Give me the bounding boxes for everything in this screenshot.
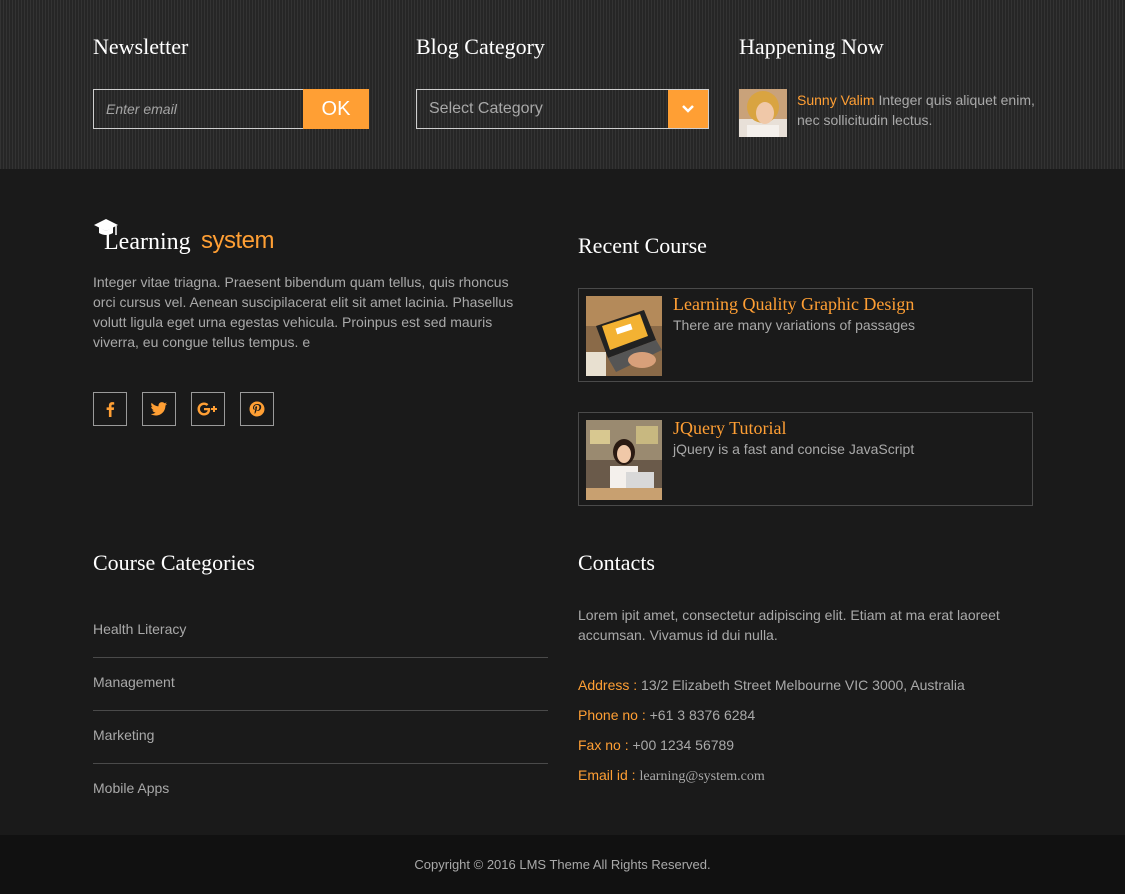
- divider: [93, 710, 548, 711]
- blog-category-selected-value: Select Category: [429, 100, 543, 117]
- address-label: Address: [578, 677, 630, 693]
- recent-course-heading: Recent Course: [578, 233, 707, 258]
- site-logo[interactable]: Learning system: [93, 217, 293, 261]
- contact-fax: Fax no : +00 1234 56789: [578, 737, 735, 753]
- divider: [93, 763, 548, 764]
- course-categories-heading: Course Categories: [93, 550, 255, 575]
- category-label[interactable]: Health Literacy: [93, 621, 186, 637]
- contacts-description: Lorem ipit amet, consectetur adipiscing …: [578, 607, 1000, 643]
- course-thumbnail[interactable]: [586, 296, 662, 376]
- course-description: There are many variations of passages: [673, 317, 916, 333]
- category-label[interactable]: Marketing: [93, 727, 154, 743]
- fax-label: Fax no: [578, 737, 621, 753]
- facebook-button[interactable]: [93, 392, 127, 426]
- email-label: Email id: [578, 767, 628, 783]
- chevron-down-icon[interactable]: [668, 90, 708, 128]
- logo-word-learning: Learning: [104, 229, 191, 255]
- category-label[interactable]: Mobile Apps: [93, 780, 169, 796]
- category-item[interactable]: Mobile Apps: [93, 765, 548, 818]
- copyright-bar: Copyright © 2016 LMS Theme All Rights Re…: [0, 835, 1125, 894]
- course-description: jQuery is a fast and concise JavaScript: [673, 441, 915, 457]
- course-thumbnail[interactable]: [586, 420, 662, 500]
- contact-email: Email id : learning@system.com: [578, 767, 765, 784]
- happening-now-author[interactable]: Sunny Valim: [797, 92, 875, 108]
- happening-now-avatar: [739, 89, 787, 137]
- course-card[interactable]: JQuery Tutorial jQuery is a fast and con…: [578, 412, 1033, 506]
- course-title[interactable]: Learning Quality Graphic Design: [673, 294, 914, 315]
- pinterest-button[interactable]: [240, 392, 274, 426]
- copyright-text: Copyright © 2016 LMS Theme All Rights Re…: [414, 857, 711, 872]
- twitter-icon: [151, 402, 167, 416]
- newsletter-heading: Newsletter: [93, 34, 189, 59]
- phone-value[interactable]: +61 3 8376 6284: [650, 707, 756, 723]
- newsletter-ok-button[interactable]: OK: [303, 89, 369, 129]
- category-item[interactable]: Marketing: [93, 712, 548, 765]
- blog-category-heading: Blog Category: [416, 34, 545, 59]
- email-link[interactable]: learning@system.com: [639, 769, 764, 784]
- contacts-heading: Contacts: [578, 550, 655, 575]
- twitter-button[interactable]: [142, 392, 176, 426]
- fax-value: +00 1234 56789: [632, 737, 735, 753]
- category-label[interactable]: Management: [93, 674, 175, 690]
- blog-category-select[interactable]: Select Category: [416, 89, 709, 129]
- phone-label: Phone no: [578, 707, 638, 723]
- contact-address: Address : 13/2 Elizabeth Street Melbourn…: [578, 677, 965, 693]
- happening-now-heading: Happening Now: [739, 34, 884, 59]
- about-text: Integer vitae triagna. Praesent bibendum…: [93, 274, 514, 350]
- facebook-icon: [106, 402, 115, 417]
- happening-now-text: Sunny Valim Integer quis aliquet enim, n…: [797, 90, 1037, 130]
- pinterest-icon: [249, 401, 265, 417]
- course-card[interactable]: Learning Quality Graphic Design There ar…: [578, 288, 1033, 382]
- logo-word-system: system: [201, 227, 275, 254]
- category-item[interactable]: Management: [93, 659, 548, 712]
- course-title[interactable]: JQuery Tutorial: [673, 418, 787, 439]
- contact-phone: Phone no : +61 3 8376 6284: [578, 707, 756, 723]
- top-widget-strip: Newsletter OK Blog Category Select Categ…: [0, 0, 1125, 169]
- address-value: 13/2 Elizabeth Street Melbourne VIC 3000…: [641, 677, 965, 693]
- divider: [93, 657, 548, 658]
- category-item[interactable]: Health Literacy: [93, 606, 548, 659]
- google-plus-icon: [197, 402, 217, 416]
- google-plus-button[interactable]: [191, 392, 225, 426]
- newsletter-email-input[interactable]: [93, 89, 304, 129]
